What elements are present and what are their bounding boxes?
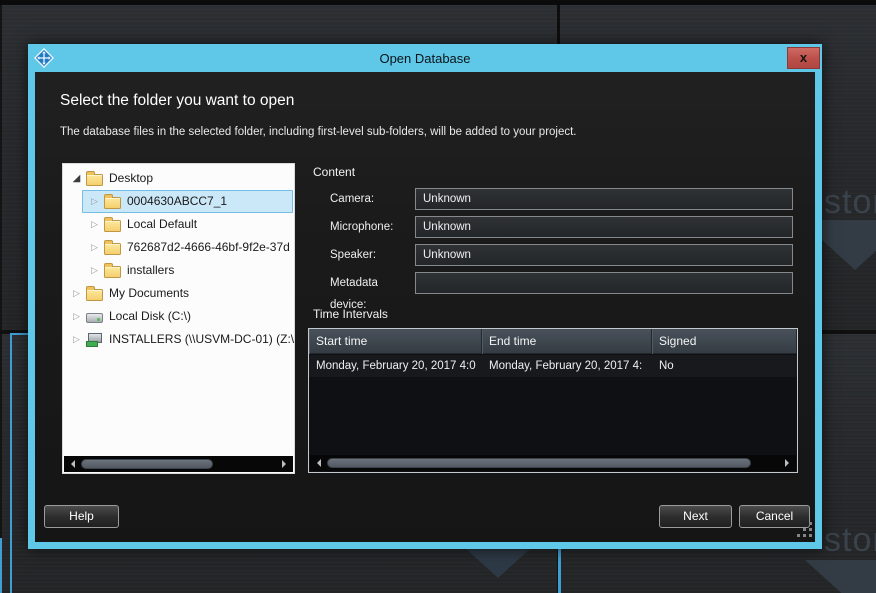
tree-item-label: Desktop (109, 167, 153, 190)
content-section-label: Content (313, 165, 355, 179)
content-field-row: Camera: Unknown (308, 188, 798, 210)
tree-item-label: Local Default (127, 213, 197, 236)
expander-icon[interactable]: ▷ (87, 236, 102, 259)
expander-icon[interactable]: ▷ (87, 213, 102, 236)
metadata-device-field[interactable] (415, 272, 793, 294)
tile-border-accent (0, 538, 2, 593)
scroll-left-icon[interactable] (64, 456, 79, 472)
tree-item-local-disk-c[interactable]: ▷ Local Disk (C:\) (63, 305, 294, 328)
tree-item-label: 762687d2-4666-46bf-9f2e-37d (127, 236, 290, 259)
expander-icon[interactable]: ▷ (87, 190, 102, 213)
expander-icon[interactable]: ▷ (69, 305, 84, 328)
folder-tree: ◢ Desktop ▷ 0004630ABCC7_1 ▷ Local Defau… (62, 163, 295, 474)
network-drive-icon (86, 333, 103, 347)
expander-icon[interactable]: ▷ (69, 328, 84, 351)
resize-grip[interactable] (796, 521, 814, 539)
dialog-titlebar[interactable]: Open Database x (28, 44, 822, 72)
screen: stone stone Open Database x Select the f… (0, 0, 876, 593)
time-intervals-table: Start timeEnd timeSigned Monday, Februar… (308, 328, 798, 473)
watermark-diamond (805, 560, 876, 593)
expander-icon[interactable]: ◢ (69, 167, 84, 190)
help-button[interactable]: Help (44, 505, 119, 528)
tree-item-label: 0004630ABCC7_1 (127, 190, 227, 213)
scroll-right-icon[interactable] (278, 456, 293, 472)
expander-icon[interactable]: ▷ (69, 282, 84, 305)
folder-icon (86, 174, 103, 186)
tile-border-accent (10, 333, 12, 593)
tree-horizontal-scrollbar[interactable] (64, 456, 293, 472)
background-top-strip (0, 0, 876, 5)
scroll-right-icon[interactable] (781, 455, 796, 471)
open-database-dialog: Open Database x Select the folder you wa… (28, 44, 822, 549)
tree-item-installers-usvm-dc-01-z[interactable]: ▷ INSTALLERS (\\USVM-DC-01) (Z:\) (63, 328, 294, 351)
content-field-row: Metadata device: (308, 272, 798, 294)
field-label: Speaker: (330, 244, 414, 266)
tree-item-label: installers (127, 259, 174, 282)
tree-item-local-default[interactable]: ▷ Local Default (63, 213, 294, 236)
speaker-field[interactable]: Unknown (415, 244, 793, 266)
field-label: Microphone: (330, 216, 414, 238)
tree-item-label: Local Disk (C:\) (109, 305, 191, 328)
scroll-left-icon[interactable] (310, 455, 325, 471)
column-header-end-time[interactable]: End time (482, 329, 652, 354)
tree-item-my-documents[interactable]: ▷ My Documents (63, 282, 294, 305)
details-panel: Content Camera: Unknown Microphone: Unkn… (308, 163, 798, 474)
table-cell: Monday, February 20, 2017 4:0 (309, 355, 482, 377)
disk-icon (86, 313, 103, 323)
scrollbar-thumb[interactable] (81, 459, 213, 469)
table-horizontal-scrollbar[interactable] (310, 455, 796, 471)
time-intervals-label: Time Intervals (313, 307, 388, 321)
folder-icon (86, 289, 103, 301)
table-cell: Monday, February 20, 2017 4: (482, 355, 652, 377)
tree-item-desktop[interactable]: ◢ Desktop (63, 167, 294, 190)
folder-icon (104, 197, 121, 209)
folder-icon (104, 243, 121, 255)
tree-item-762687d2-4666-46bf-9f2e-37d[interactable]: ▷ 762687d2-4666-46bf-9f2e-37d (63, 236, 294, 259)
expander-icon[interactable]: ▷ (87, 259, 102, 282)
dialog-title: Open Database (28, 44, 822, 72)
watermark-text: stone (824, 183, 876, 222)
camera-field[interactable]: Unknown (415, 188, 793, 210)
folder-icon (104, 220, 121, 232)
scrollbar-thumb[interactable] (327, 458, 751, 468)
microphone-field[interactable]: Unknown (415, 216, 793, 238)
content-field-row: Speaker: Unknown (308, 244, 798, 266)
column-header-start-time[interactable]: Start time (309, 329, 482, 354)
tree-item-label: INSTALLERS (\\USVM-DC-01) (Z:\) (109, 328, 294, 351)
dialog-description: The database files in the selected folde… (60, 126, 577, 138)
time-interval-row[interactable]: Monday, February 20, 2017 4:0Monday, Feb… (309, 355, 797, 377)
next-button[interactable]: Next (659, 505, 732, 528)
content-field-row: Microphone: Unknown (308, 216, 798, 238)
tree-item-0004630abcc7-1[interactable]: ▷ 0004630ABCC7_1 (63, 190, 294, 213)
watermark-text: stone (824, 521, 876, 560)
folder-icon (104, 266, 121, 278)
tree-item-installers[interactable]: ▷ installers (63, 259, 294, 282)
column-header-signed[interactable]: Signed (652, 329, 797, 354)
table-cell: No (652, 355, 797, 377)
dialog-heading: Select the folder you want to open (60, 92, 294, 110)
field-label: Camera: (330, 188, 414, 210)
close-button[interactable]: x (787, 47, 820, 69)
tree-item-label: My Documents (109, 282, 189, 305)
